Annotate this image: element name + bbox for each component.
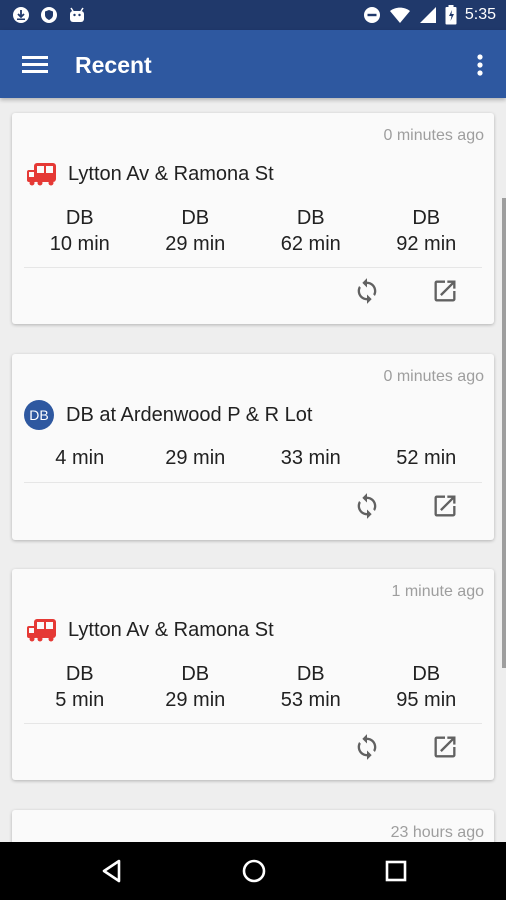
arrival-column: DB 5 min — [22, 661, 138, 713]
arrival-column: DB 95 min — [369, 661, 485, 713]
wifi-icon — [389, 7, 410, 23]
arrival-time: 92 min — [396, 233, 457, 255]
route-label: DB — [296, 207, 325, 229]
route-label: DB — [412, 207, 441, 229]
route-label: DB — [181, 663, 210, 685]
arrival-times: DB 5 min DB 29 min DB 53 min DB 95 min — [22, 661, 484, 713]
refresh-icon[interactable] — [353, 733, 381, 761]
arrival-time: 29 min — [165, 447, 226, 469]
status-bar: 5:35 — [0, 0, 506, 30]
arrival-time: 52 min — [396, 447, 457, 469]
open-external-icon[interactable] — [431, 492, 459, 520]
arrival-time: 29 min — [165, 689, 226, 711]
arrival-times: 4 min 29 min 33 min 52 min — [22, 445, 484, 471]
refresh-icon[interactable] — [353, 277, 381, 305]
arrival-time: 10 min — [49, 233, 110, 255]
stop-name: Lytton Av & Ramona St — [68, 162, 274, 185]
recents-icon[interactable] — [381, 856, 411, 886]
route-label: DB — [65, 207, 94, 229]
recent-card[interactable]: 23 hours ago — [12, 810, 494, 842]
do-not-disturb-icon — [363, 7, 380, 23]
arrival-column: DB 10 min — [22, 205, 138, 257]
arrival-column: DB 92 min — [369, 205, 485, 257]
stop-name: DB at Ardenwood P & R Lot — [66, 403, 313, 426]
recent-card[interactable]: 0 minutes ago Lytton Av & Ramona St DB 10… — [12, 113, 494, 324]
recent-list[interactable]: 0 minutes ago Lytton Av & Ramona St DB 10… — [0, 98, 506, 842]
route-label: DB — [296, 663, 325, 685]
timestamp: 0 minutes ago — [383, 127, 484, 144]
route-badge: DB — [24, 400, 54, 430]
menu-icon[interactable] — [20, 50, 50, 80]
recent-card[interactable]: 1 minute ago Lytton Av & Ramona St DB 5 m… — [12, 569, 494, 780]
stop-header: Lytton Av & Ramona St — [26, 161, 274, 187]
stop-name: Lytton Av & Ramona St — [68, 618, 274, 641]
route-label: DB — [65, 663, 94, 685]
arrival-column: DB 53 min — [253, 661, 369, 713]
arrival-time: 33 min — [280, 447, 341, 469]
signal-icon — [419, 7, 436, 23]
arrival-column: DB 29 min — [138, 661, 254, 713]
battery-icon — [445, 5, 457, 25]
status-time: 5:35 — [464, 6, 496, 23]
open-external-icon[interactable] — [431, 733, 459, 761]
android-icon — [70, 7, 84, 22]
arrival-time: 4 min — [55, 447, 105, 469]
arrival-column: DB 62 min — [253, 205, 369, 257]
page-title: Recent — [75, 52, 152, 78]
app-bar: Recent — [0, 30, 506, 98]
shield-icon — [41, 7, 57, 23]
divider — [24, 267, 482, 268]
timestamp: 23 hours ago — [390, 824, 484, 841]
route-label: DB — [412, 663, 441, 685]
arrival-time: 62 min — [280, 233, 341, 255]
home-icon[interactable] — [239, 856, 269, 886]
divider — [24, 723, 482, 724]
route-label: DB — [181, 207, 210, 229]
timestamp: 1 minute ago — [391, 583, 484, 600]
refresh-icon[interactable] — [353, 492, 381, 520]
arrival-time: 5 min — [55, 689, 105, 711]
navigation-bar — [0, 842, 506, 900]
bus-icon — [27, 163, 56, 186]
arrival-time: 53 min — [280, 689, 341, 711]
bus-icon — [27, 619, 56, 642]
arrival-time: 29 min — [165, 233, 226, 255]
stop-header: Lytton Av & Ramona St — [26, 617, 274, 643]
more-options-icon[interactable] — [468, 50, 492, 80]
arrival-times: DB 10 min DB 29 min DB 62 min DB 92 min — [22, 205, 484, 257]
scrollbar[interactable] — [502, 198, 506, 668]
timestamp: 0 minutes ago — [383, 368, 484, 385]
arrival-time: 95 min — [396, 689, 457, 711]
arrival-column: DB 29 min — [138, 205, 254, 257]
divider — [24, 482, 482, 483]
back-icon[interactable] — [97, 856, 127, 886]
stop-header: DB DB at Ardenwood P & R Lot — [24, 400, 312, 430]
download-icon — [13, 7, 29, 23]
recent-card[interactable]: 0 minutes ago DB DB at Ardenwood P & R L… — [12, 354, 494, 540]
open-external-icon[interactable] — [431, 277, 459, 305]
